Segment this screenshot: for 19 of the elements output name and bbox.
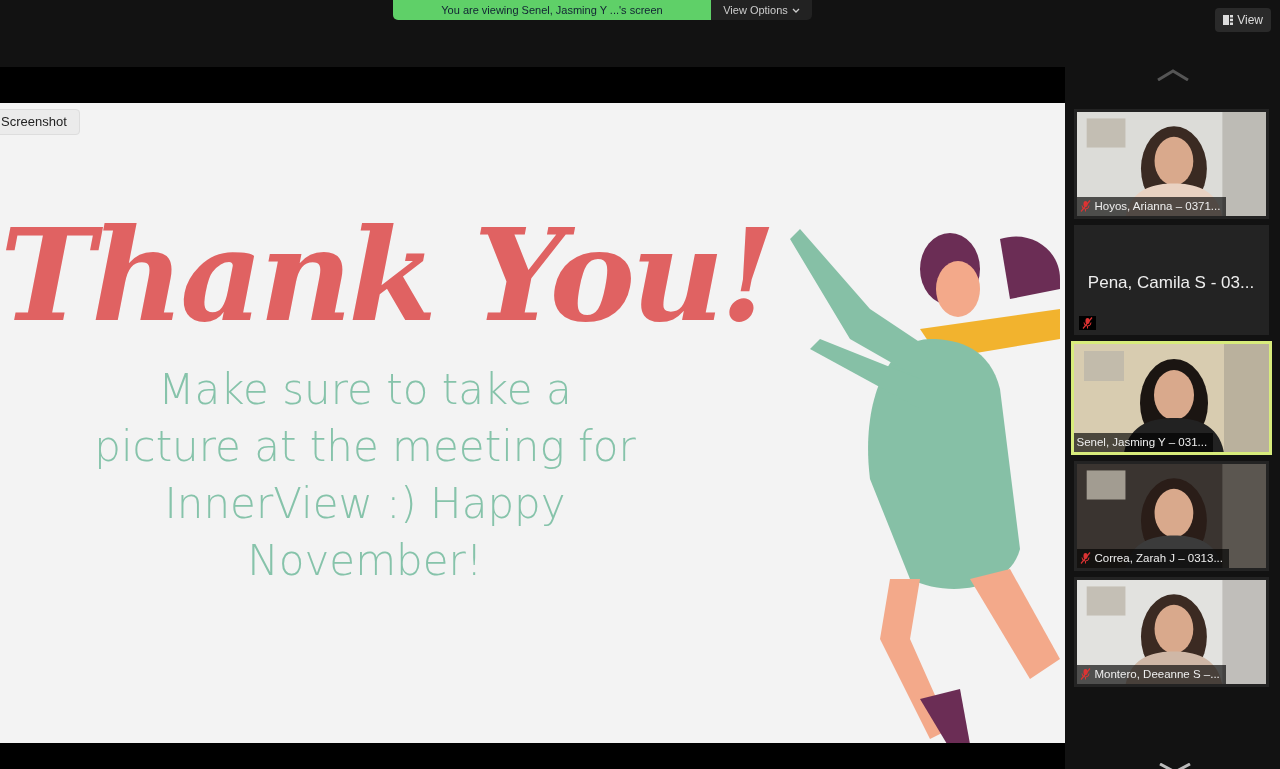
video-tile[interactable]: Correa, Zarah J – 0313... (1073, 461, 1269, 571)
participant-name: Correa, Zarah J – 0313... (1094, 550, 1223, 566)
slide-message: Make sure to take a picture at the meeting for InnerView :) Happy November! (93, 364, 637, 587)
participant-name: Hoyos, Arianna – 0371... (1094, 198, 1221, 214)
participant-name: Senel, Jasming Y – 031... (1076, 434, 1208, 450)
video-tile[interactable]: Montero, Deeanne S –... (1073, 577, 1269, 687)
layout-icon (1223, 15, 1234, 25)
screen-share-banner: You are viewing Senel, Jasming Y ...'s screen (393, 0, 711, 20)
slide-title: Thank You! (0, 211, 773, 339)
scroll-up-icon[interactable] (1155, 69, 1190, 81)
screenshot-button[interactable]: Screenshot (0, 109, 80, 135)
participant-name: Pena, Camila S - 03... (1086, 272, 1256, 294)
participant-name: Montero, Deeanne S –... (1094, 666, 1220, 682)
video-tile[interactable]: Pena, Camila S - 03... (1073, 225, 1269, 335)
video-tile[interactable]: Hoyos, Arianna – 0371... (1073, 109, 1269, 219)
view-options-button[interactable]: View Options (711, 0, 812, 20)
caret-icon (791, 7, 800, 13)
video-tile[interactable]: Senel, Jasming Y – 031... (1070, 341, 1272, 455)
view-button[interactable]: View (1215, 8, 1271, 32)
